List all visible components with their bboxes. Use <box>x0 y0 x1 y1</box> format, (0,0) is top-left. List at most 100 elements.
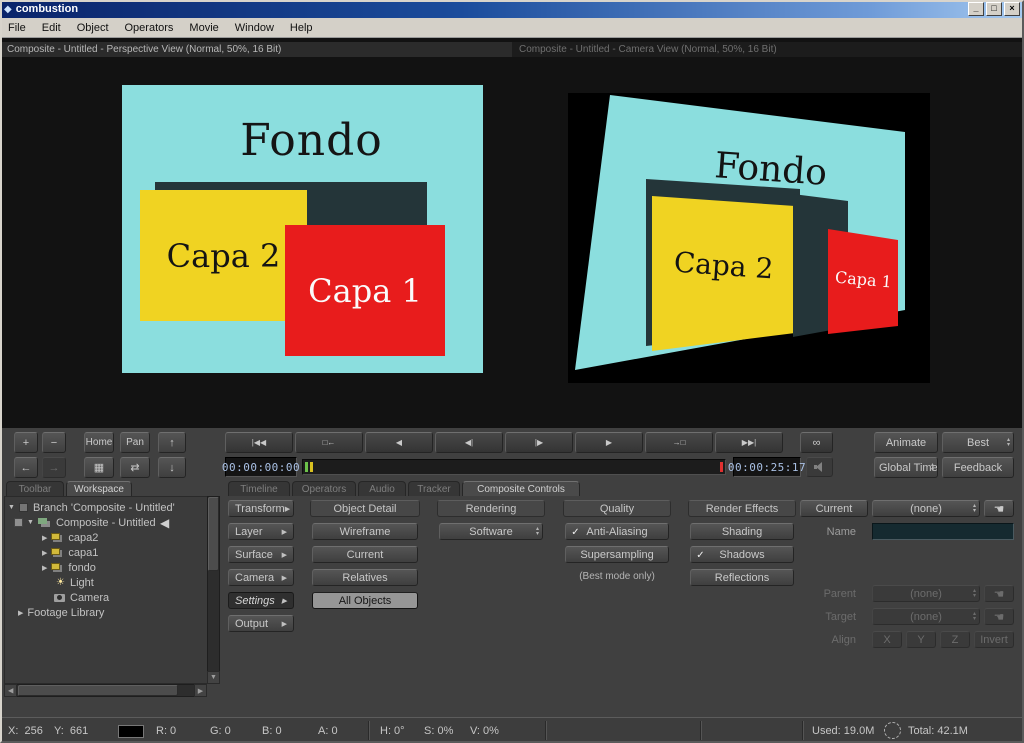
shadows-toggle[interactable]: ✓ Shadows <box>690 546 794 563</box>
tree-item-capa2[interactable]: ▶ capa2 <box>42 530 98 545</box>
play-reverse-button[interactable]: ◀ <box>365 432 433 453</box>
horizontal-scrollbar-thumb[interactable] <box>18 685 178 696</box>
align-y-button[interactable]: Y <box>906 631 936 648</box>
play-button[interactable]: ▶ <box>575 432 643 453</box>
tree-item-branch[interactable]: ▼ Branch 'Composite - Untitled' <box>8 500 175 515</box>
scroll-left-button[interactable]: ▶ <box>4 684 17 697</box>
go-to-end-button[interactable]: ▶▶| <box>715 432 783 453</box>
feedback-button[interactable]: Feedback <box>942 457 1014 478</box>
tree-item-capa1[interactable]: ▶ capa1 <box>42 545 98 560</box>
render-mode-dropdown[interactable]: Software ▴ ▾ <box>439 523 543 540</box>
previous-marker-button[interactable]: □← <box>295 432 363 453</box>
menu-operators[interactable]: Operators <box>117 18 182 38</box>
all-objects-button[interactable]: All Objects <box>312 592 418 609</box>
reflections-toggle[interactable]: Reflections <box>690 569 794 586</box>
pick-target-button[interactable]: ☚ <box>984 608 1014 625</box>
align-z-button[interactable]: Z <box>940 631 970 648</box>
expand-icon[interactable]: ▶ <box>42 534 47 542</box>
scroll-down-button[interactable]: ▼ <box>207 671 220 684</box>
category-transform[interactable]: Transform ▶ <box>228 500 294 517</box>
collapse-icon[interactable]: ▼ <box>8 504 15 511</box>
expand-icon[interactable]: ▶ <box>42 564 47 572</box>
expand-icon[interactable]: ▶ <box>18 609 23 617</box>
tree-item-composite[interactable]: ▼ Composite - Untitled <box>14 515 156 530</box>
category-layer[interactable]: Layer ▶ <box>228 523 294 540</box>
step-forward-button[interactable]: |▶ <box>505 432 573 453</box>
reflections-label: Reflections <box>714 571 770 584</box>
target-dropdown[interactable]: (none) ▴ ▾ <box>872 608 980 625</box>
pick-parent-button[interactable]: ☚ <box>984 585 1014 602</box>
step-back-button[interactable]: ◀| <box>435 432 503 453</box>
wireframe-button[interactable]: Wireframe <box>312 523 418 540</box>
quality-mode-dropdown[interactable]: Best ▴ ▾ <box>942 432 1014 453</box>
menu-window[interactable]: Window <box>227 18 282 38</box>
global-time-dropdown[interactable]: Global Time ▴ ▾ <box>874 457 938 478</box>
category-output[interactable]: Output ▶ <box>228 615 294 632</box>
align-x-button[interactable]: X <box>872 631 902 648</box>
category-surface[interactable]: Surface ▶ <box>228 546 294 563</box>
supersampling-toggle[interactable]: Supersampling <box>565 546 669 563</box>
current-position-arrow-icon: ◀ <box>160 516 170 530</box>
swap-views-button[interactable]: ⇄ <box>120 457 150 478</box>
zoom-out-button[interactable]: − <box>42 432 66 453</box>
home-button[interactable]: Home <box>84 432 114 453</box>
menu-object[interactable]: Object <box>69 18 117 38</box>
menu-file[interactable]: File <box>0 18 34 38</box>
back-view-button[interactable]: ← <box>14 457 38 478</box>
parent-dropdown[interactable]: (none) ▴ ▾ <box>872 585 980 602</box>
tree-item-camera[interactable]: Camera <box>54 590 109 605</box>
scroll-right-button[interactable]: ▶ <box>194 684 207 697</box>
name-input[interactable] <box>872 523 1014 540</box>
perspective-viewport[interactable]: Fondo Capa 2 Capa 1 <box>122 85 483 373</box>
forward-view-button[interactable]: → <box>42 457 66 478</box>
next-marker-button[interactable]: →□ <box>645 432 713 453</box>
timeline-slider[interactable] <box>302 459 726 475</box>
go-to-start-button[interactable]: |◀◀ <box>225 432 293 453</box>
tree-item-footage-library[interactable]: ▶ Footage Library <box>18 605 104 620</box>
tab-composite-controls[interactable]: Composite Controls <box>462 481 580 496</box>
audio-mute-button[interactable] <box>806 457 833 477</box>
animate-button[interactable]: Animate <box>874 432 938 453</box>
shading-toggle[interactable]: Shading <box>690 523 794 540</box>
category-settings[interactable]: Settings ▶ <box>228 592 294 609</box>
tab-workspace[interactable]: Workspace <box>66 481 132 496</box>
layout-button[interactable]: ▦ <box>84 457 114 478</box>
menu-movie[interactable]: Movie <box>181 18 226 38</box>
maximize-button[interactable]: □ <box>986 2 1002 16</box>
current-objects-button[interactable]: Current <box>312 546 418 563</box>
current-object-button[interactable]: Current <box>800 500 868 517</box>
close-button[interactable]: × <box>1004 2 1020 16</box>
playhead-tick[interactable] <box>305 462 308 472</box>
tab-audio[interactable]: Audio <box>358 481 406 496</box>
tab-timeline[interactable]: Timeline <box>228 481 290 496</box>
pick-object-button[interactable]: ☚ <box>984 500 1014 517</box>
tree-item-light[interactable]: ☀ Light <box>56 575 94 590</box>
tab-tracker[interactable]: Tracker <box>408 481 460 496</box>
go-to-end-icon: ▶▶| <box>741 438 757 447</box>
category-camera[interactable]: Camera ▶ <box>228 569 294 586</box>
tree-item-fondo[interactable]: ▶ fondo <box>42 560 96 575</box>
pan-button[interactable]: Pan <box>120 432 150 453</box>
align-invert-button[interactable]: Invert <box>974 631 1014 648</box>
camera-viewport[interactable]: Fondo Capa 2 Capa 1 <box>568 93 930 383</box>
expand-icon[interactable]: ▶ <box>42 549 47 557</box>
capa1-layer-rect[interactable]: Capa 1 <box>285 225 445 356</box>
minimize-button[interactable]: _ <box>968 2 984 16</box>
collapse-icon[interactable]: ▼ <box>27 519 34 526</box>
spinner-icon: ▴ ▾ <box>973 501 976 516</box>
zoom-in-button[interactable]: + <box>14 432 38 453</box>
tab-toolbar[interactable]: Toolbar <box>6 481 64 496</box>
end-time-field[interactable]: 00:00:25:17 <box>728 457 806 477</box>
vertical-scrollbar-thumb[interactable] <box>208 497 219 571</box>
relatives-button[interactable]: Relatives <box>312 569 418 586</box>
current-object-dropdown[interactable]: (none) ▴ ▾ <box>872 500 980 517</box>
loop-button[interactable]: ∞ <box>800 432 833 453</box>
menu-help[interactable]: Help <box>282 18 321 38</box>
capa2-layer-rect[interactable]: Capa 2 <box>140 190 307 321</box>
anti-aliasing-toggle[interactable]: ✓ Anti-Aliasing <box>565 523 669 540</box>
tab-operators[interactable]: Operators <box>292 481 356 496</box>
current-time-field[interactable]: 00:00:00:00 <box>222 457 300 477</box>
menu-edit[interactable]: Edit <box>34 18 69 38</box>
push-up-button[interactable]: ↑ <box>158 432 186 453</box>
push-down-button[interactable]: ↓ <box>158 457 186 478</box>
